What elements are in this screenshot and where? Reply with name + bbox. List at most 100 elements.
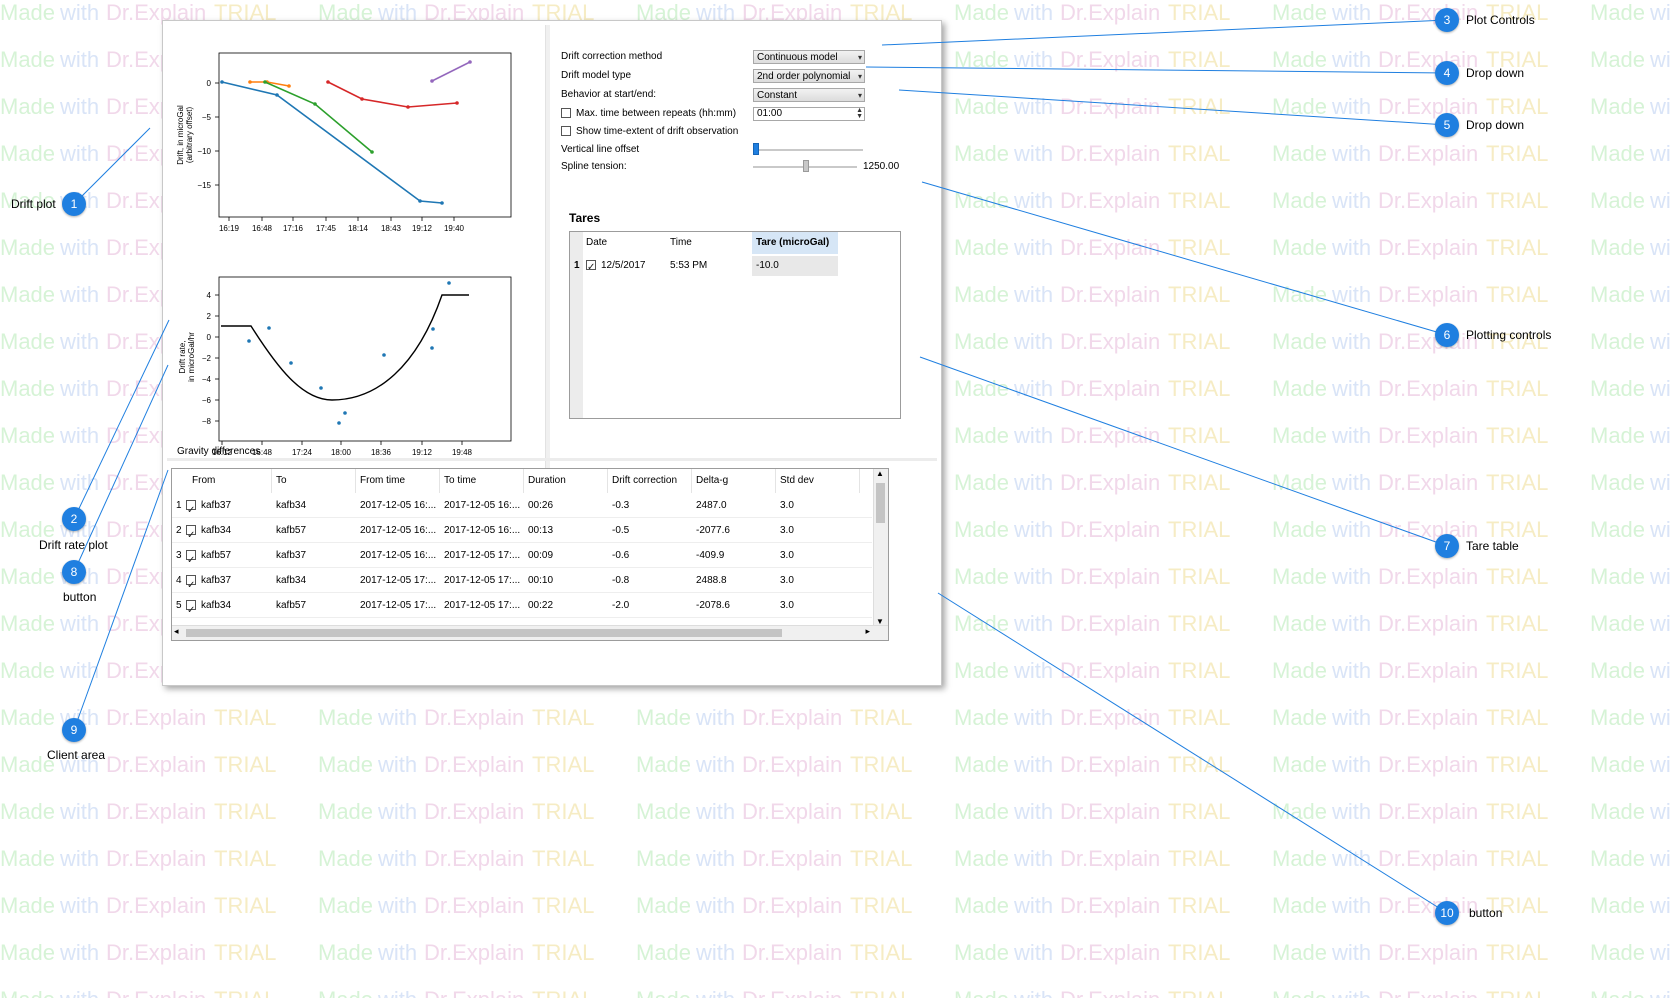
gravity-cell-duration[interactable]: 00:10 (528, 568, 606, 593)
gravity-header-from[interactable]: From (188, 469, 272, 493)
gravity-header-from-time[interactable]: From time (356, 469, 440, 493)
tare-header-tare[interactable]: Tare (microGal) (752, 232, 838, 254)
watermark-word: Dr.Explain (106, 752, 207, 777)
gravity-header-to[interactable]: To (272, 469, 356, 493)
vertical-scroll-thumb[interactable] (876, 483, 885, 523)
gravity-cell-drift-correction[interactable]: -0.5 (612, 518, 690, 543)
gravity-cell-to-time[interactable]: 2017-12-05 16:... (444, 518, 522, 543)
gravity-cell-from-time[interactable]: 2017-12-05 17:... (360, 568, 438, 593)
gravity-cell-duration[interactable]: 00:13 (528, 518, 606, 543)
scroll-left-icon[interactable]: ◂ (174, 626, 179, 637)
gravity-cell-to[interactable]: kafb34 (276, 568, 354, 593)
gravity-row-checkbox[interactable] (186, 523, 196, 543)
gravity-header-to-time[interactable]: To time (440, 469, 524, 493)
gravity-cell-std-dev[interactable]: 3.0 (780, 593, 858, 618)
drift-rate-point (447, 281, 451, 285)
vertical-offset-slider[interactable] (753, 149, 863, 151)
gravity-cell-delta-g[interactable]: -409.9 (696, 543, 774, 568)
gravity-cell-from[interactable]: kafb57 (186, 543, 264, 568)
gravity-differences-table[interactable]: From To From time To time Duration Drift corr… (171, 468, 889, 641)
tare-table[interactable]: Date Time Tare (microGal) 1 12/5/2017 5:… (569, 231, 901, 419)
gravity-cell-std-dev[interactable]: 3.0 (780, 518, 858, 543)
gravity-header-std-dev[interactable]: Std dev (776, 469, 860, 493)
horizontal-scroll-thumb[interactable] (186, 629, 782, 637)
tare-row-checkbox[interactable] (586, 258, 596, 278)
gravity-cell-std-dev[interactable]: 3.0 (780, 568, 858, 593)
watermark-word: Dr.Explain (1060, 705, 1161, 730)
gravity-cell-drift-correction[interactable]: -0.3 (612, 493, 690, 518)
gravity-header-delta-g[interactable]: Delta-g (692, 469, 776, 493)
gravity-cell-delta-g[interactable]: 2488.8 (696, 568, 774, 593)
vertical-splitter[interactable] (545, 25, 550, 473)
tare-row-date-cell[interactable]: 12/5/2017 (586, 256, 646, 278)
watermark-word: with (1332, 0, 1372, 25)
gravity-table-row[interactable]: 5kafb34kafb572017-12-05 17:...2017-12-05… (172, 593, 872, 618)
gravity-table-row[interactable]: 2kafb34kafb572017-12-05 16:...2017-12-05… (172, 518, 872, 543)
gravity-row-checkbox[interactable] (186, 548, 196, 568)
max-time-checkbox[interactable] (561, 108, 571, 119)
gravity-cell-to-time[interactable]: 2017-12-05 17:... (444, 593, 522, 618)
gravity-cell-drift-correction[interactable]: -0.6 (612, 543, 690, 568)
tare-row-value[interactable]: -10.0 (752, 256, 838, 276)
drift-plot-ytick-label: −15 (197, 181, 211, 190)
spline-tension-slider-thumb[interactable] (803, 160, 809, 172)
gravity-cell-from-time[interactable]: 2017-12-05 17:... (360, 593, 438, 618)
gravity-cell-to-time[interactable]: 2017-12-05 16:... (444, 493, 522, 518)
gravity-row-checkbox[interactable] (186, 598, 196, 618)
gravity-cell-to[interactable]: kafb34 (276, 493, 354, 518)
gravity-table-row[interactable]: 1kafb37kafb342017-12-05 16:...2017-12-05… (172, 493, 872, 518)
drift-plot-xtick-label: 18:14 (348, 224, 369, 233)
gravity-header-drift-correction[interactable]: Drift correction (608, 469, 692, 493)
drift-model-dropdown[interactable]: 2nd order polynomial ▾ (753, 69, 865, 83)
horizontal-splitter[interactable] (167, 458, 937, 461)
drift-method-dropdown[interactable]: Continuous model ▾ (753, 50, 865, 64)
vertical-scrollbar[interactable]: ▲ ▼ (873, 469, 888, 626)
watermark-word: Made (1590, 141, 1646, 166)
drift-series-point (406, 105, 410, 109)
watermark-word: with (696, 940, 736, 965)
watermark-word: with (1332, 235, 1372, 260)
behavior-dropdown[interactable]: Constant ▾ (753, 88, 865, 102)
gravity-cell-std-dev[interactable]: 3.0 (780, 543, 858, 568)
drift-plot[interactable]: 0 −5 −10 −15 16:19 16:48 17:16 17:45 18:14 18:43… (167, 25, 541, 251)
gravity-cell-delta-g[interactable]: -2077.6 (696, 518, 774, 543)
gravity-table-row[interactable]: 3 kafb57 kafb372017-12-05 16:...2017-12-05… (172, 543, 872, 568)
scroll-up-icon[interactable]: ▲ (876, 469, 884, 478)
gravity-cell-delta-g[interactable]: 2487.0 (696, 493, 774, 518)
gravity-cell-to[interactable]: kafb57 (276, 593, 354, 618)
tare-header-date[interactable]: Date (586, 232, 670, 254)
gravity-row-checkbox[interactable] (186, 573, 196, 593)
gravity-cell-drift-correction[interactable]: -0.8 (612, 568, 690, 593)
gravity-row-checkbox[interactable] (186, 498, 196, 518)
scroll-right-icon[interactable]: ▸ (865, 626, 870, 637)
gravity-cell-from[interactable]: kafb37 (186, 568, 264, 593)
gravity-cell-from-time[interactable]: 2017-12-05 16:... (360, 543, 438, 568)
gravity-header-duration[interactable]: Duration (524, 469, 608, 493)
drift-rate-plot[interactable]: 4 2 0 −2 −4 −6 −8 16:12 16:48 17:24 18:00 18:36 19:… (167, 257, 541, 473)
tare-header-time[interactable]: Time (670, 232, 752, 254)
max-time-spinbox[interactable]: 01:00 ▲ ▼ (753, 107, 865, 121)
gravity-cell-from-time[interactable]: 2017-12-05 16:... (360, 493, 438, 518)
horizontal-scrollbar[interactable]: ◂ ▸ (172, 625, 888, 640)
gravity-cell-delta-g[interactable]: -2078.6 (696, 593, 774, 618)
tare-row-time[interactable]: 5:53 PM (670, 256, 707, 276)
gravity-cell-duration[interactable]: 00:09 (528, 543, 606, 568)
gravity-cell-from[interactable]: kafb34 (186, 518, 264, 543)
vertical-offset-slider-thumb[interactable] (753, 143, 759, 155)
gravity-cell-from-time[interactable]: 2017-12-05 16:... (360, 518, 438, 543)
gravity-cell-duration[interactable]: 00:26 (528, 493, 606, 518)
spinner-arrows-icon[interactable]: ▲ ▼ (856, 107, 863, 120)
drift-rate-xtick-label: 17:24 (292, 448, 313, 457)
gravity-cell-to-time[interactable]: 2017-12-05 17:... (444, 543, 522, 568)
gravity-cell-to-time[interactable]: 2017-12-05 17:... (444, 568, 522, 593)
gravity-cell-duration[interactable]: 00:22 (528, 593, 606, 618)
gravity-cell-from[interactable]: kafb34 (186, 593, 264, 618)
gravity-cell-std-dev[interactable]: 3.0 (780, 493, 858, 518)
gravity-cell-drift-correction[interactable]: -2.0 (612, 593, 690, 618)
gravity-cell-from[interactable]: kafb37 (186, 493, 264, 518)
gravity-cell-to[interactable]: kafb37 (276, 543, 354, 568)
show-extent-checkbox[interactable] (561, 126, 571, 137)
gravity-table-row[interactable]: 4kafb37kafb342017-12-05 17:...2017-12-05… (172, 568, 872, 593)
gravity-cell-to[interactable]: kafb57 (276, 518, 354, 543)
drift-plot-xtick-label: 17:45 (316, 224, 337, 233)
